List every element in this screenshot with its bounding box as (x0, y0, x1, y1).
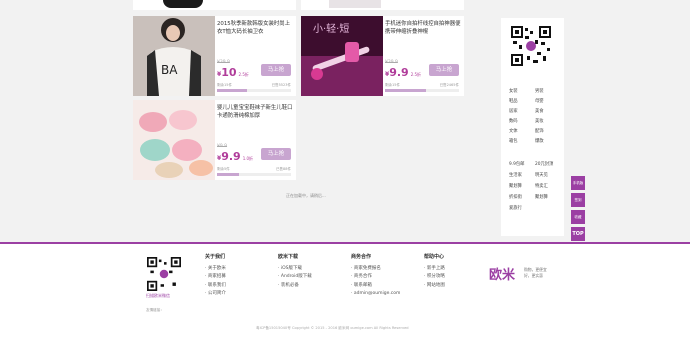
category-link[interactable]: 配饰 (535, 128, 544, 134)
category-link[interactable]: 箱包 (509, 138, 518, 144)
friend-links-label: 友情链接： (146, 308, 164, 312)
footer-column-download: 欧米下载 · iOS版下载 · Android版下载 · 装机必备 (278, 253, 312, 290)
product-image[interactable]: BA (133, 16, 215, 96)
checkin-button[interactable]: 签到 (571, 193, 585, 207)
site-footer: 扫描欧米微信 关于我们 · 关于欧米 · 商家招募 · 联系我们 · 公司简介 … (0, 242, 690, 343)
product-title[interactable]: 2015秋季新款韩版女装时尚上衣T恤大码长袖卫衣 (217, 20, 293, 36)
qr-code-icon (511, 26, 551, 66)
buy-button[interactable]: 马上抢 (261, 148, 291, 160)
svg-text:BA: BA (161, 63, 178, 77)
category-link[interactable]: 女装 (509, 88, 518, 94)
footer-slogan: 购物，更便宜 好，更实惠 (524, 267, 547, 278)
footer-link[interactable]: · 商务合作 (351, 273, 400, 282)
footer-link[interactable]: · 商家免费报名 (351, 265, 400, 274)
footer-column-about: 关于我们 · 关于欧米 · 商家招募 · 联系我们 · 公司简介 (205, 253, 226, 299)
copyright-text: 粤ICP备15015040号 Copyright © 2015 - 2016 欧… (256, 326, 409, 330)
product-card[interactable]: 小·轻·短 手机迷你自拍杆线控自拍神器便携带伸缩折叠神棍 ¥39.9 ¥9.9 2… (301, 16, 464, 96)
category-link[interactable]: 折扣街 (509, 194, 522, 200)
qr-code (511, 26, 551, 66)
sales-progress (385, 89, 459, 92)
product-card[interactable]: BA 2015秋季新款韩版女装时尚上衣T恤大码长袖卫衣 ¥39.9 ¥10 2.5… (133, 16, 296, 96)
footer-column-help: 帮助中心 · 新手上路 · 积分攻略 · 网站地图 (424, 253, 445, 290)
qr-caption: 扫描欧米微信 (146, 293, 170, 298)
footer-link[interactable]: · 公司简介 (205, 290, 226, 299)
footer-qr-code (147, 257, 181, 291)
original-price: ¥39.9 (385, 60, 398, 65)
category-link[interactable]: 聚划算 (509, 183, 522, 189)
footer-link[interactable]: · 装机必备 (278, 282, 312, 291)
favorite-button[interactable]: 收藏 (571, 210, 585, 224)
mobile-version-button[interactable]: 手机版 (571, 176, 585, 190)
category-link[interactable]: 生活家 (509, 172, 522, 178)
original-price: ¥39.9 (217, 60, 230, 65)
category-link[interactable]: 男装 (535, 88, 544, 94)
sales-progress (217, 89, 291, 92)
buy-button[interactable]: 马上抢 (261, 64, 291, 76)
product-image[interactable] (163, 0, 203, 8)
category-link[interactable]: 明天见 (535, 172, 548, 178)
category-link[interactable]: 数码 (509, 118, 518, 124)
original-price: ¥9.9 (217, 144, 228, 149)
current-price: ¥10 2.5折 (217, 66, 249, 79)
category-link[interactable]: 爆款 (535, 138, 544, 144)
category-link[interactable]: 美妆 (535, 118, 544, 124)
qr-code-icon (147, 257, 181, 291)
footer-link[interactable]: · 联系我们 (205, 282, 226, 291)
footer-link[interactable]: · 新手上路 (424, 265, 445, 274)
category-sidebar: 女装 男装 鞋品 母婴 居家 美食 数码 美妆 文体 配饰 箱包 爆款 9.9包… (501, 18, 564, 236)
banner-text: 小·轻·短 (313, 22, 349, 35)
current-price: ¥9.9 2.5折 (385, 66, 422, 79)
product-title[interactable]: 婴儿儿童宝宝鞋袜子新生儿鞋口卡通防滑纯棉加厚 (217, 104, 293, 120)
product-image[interactable]: 小·轻·短 (301, 16, 383, 96)
current-price: ¥9.9 1.0折 (217, 150, 254, 163)
footer-link[interactable]: · Android版下载 (278, 273, 312, 282)
buy-button[interactable]: 马上抢 (429, 64, 459, 76)
category-link[interactable]: 文体 (509, 128, 518, 134)
loading-text: 正在加载中，请稍后... (286, 193, 326, 198)
footer-column-business: 商务合作 · 商家免费报名 · 商务合作 · 联系邮箱 · admin@oumi… (351, 253, 400, 299)
back-to-top-button[interactable]: TOP (571, 227, 585, 241)
product-card-top-left[interactable] (133, 0, 296, 10)
footer-link[interactable]: · admin@oumige.com (351, 290, 400, 299)
category-link[interactable]: 母婴 (535, 98, 544, 104)
category-link[interactable]: 美食 (535, 108, 544, 114)
sales-progress (217, 173, 291, 176)
category-link[interactable]: 爱旅行 (509, 205, 522, 211)
category-link[interactable]: 聚划算 (535, 194, 548, 200)
category-link[interactable]: 特卖汇 (535, 183, 548, 189)
footer-link[interactable]: · iOS版下载 (278, 265, 312, 274)
product-image[interactable] (133, 100, 215, 180)
product-card-top-right[interactable] (301, 0, 464, 10)
footer-link[interactable]: · 积分攻略 (424, 273, 445, 282)
product-title[interactable]: 手机迷你自拍杆线控自拍神器便携带伸缩折叠神棍 (385, 20, 461, 36)
category-link[interactable]: 20元封顶 (535, 161, 553, 167)
footer-link[interactable]: · 联系邮箱 (351, 282, 400, 291)
footer-link[interactable]: · 商家招募 (205, 273, 226, 282)
footer-logo[interactable]: 欧米 (489, 264, 515, 283)
product-image[interactable] (329, 0, 381, 8)
category-link[interactable]: 9.9包邮 (509, 161, 524, 167)
category-link[interactable]: 居家 (509, 108, 518, 114)
footer-link[interactable]: · 网站地图 (424, 282, 445, 291)
product-card[interactable]: 婴儿儿童宝宝鞋袜子新生儿鞋口卡通防滑纯棉加厚 ¥9.9 ¥9.9 1.0折 马上抢… (133, 100, 296, 180)
footer-link[interactable]: · 关于欧米 (205, 265, 226, 274)
category-link[interactable]: 鞋品 (509, 98, 518, 104)
